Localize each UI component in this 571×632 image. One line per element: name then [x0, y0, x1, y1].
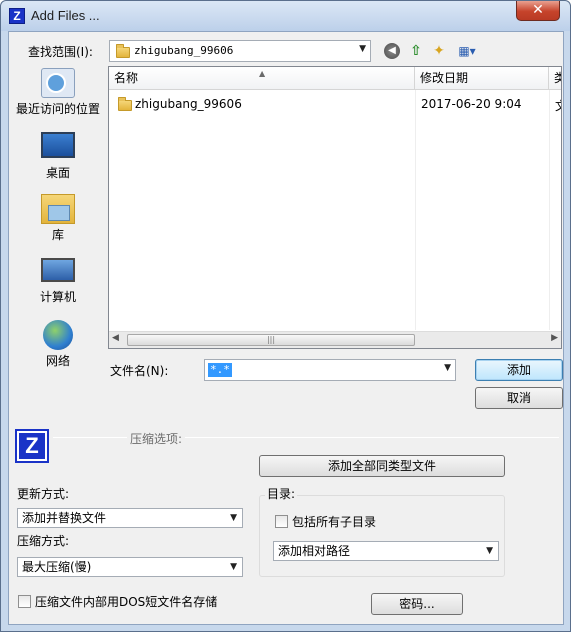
- window-title: Add Files ...: [31, 8, 100, 23]
- column-divider: [549, 90, 550, 330]
- lookin-label: 查找范围(I):: [28, 45, 93, 59]
- place-label: 网络: [45, 354, 70, 368]
- filename-input[interactable]: *.* ▼: [204, 359, 456, 381]
- directory-label: 目录:: [265, 485, 298, 502]
- lookin-value: zhigubang_99606: [134, 44, 234, 57]
- folder-icon: [118, 97, 132, 111]
- chevron-down-icon[interactable]: ▼: [359, 44, 366, 54]
- compress-mode-value: 最大压缩(慢): [22, 560, 92, 574]
- file-date-cell: 2017-06-20 9:04: [421, 97, 522, 111]
- add-files-dialog: Z Add Files ... ✕ 查找范围(I): zhigubang_996…: [0, 0, 571, 632]
- compress-mode-label: 压缩方式:: [17, 534, 70, 548]
- place-library[interactable]: 库: [9, 194, 107, 243]
- dialog-body: 查找范围(I): zhigubang_99606 ▼ ◀ ⇧ ✦ ▦▾ 最近访问…: [8, 31, 564, 625]
- update-mode-label: 更新方式:: [17, 487, 70, 501]
- column-header-name[interactable]: 名称 ▲: [109, 67, 415, 90]
- directory-group: [259, 495, 505, 577]
- app-z-icon: Z: [9, 8, 25, 24]
- include-subdirs-label: 包括所有子目录: [292, 515, 377, 529]
- path-mode-select[interactable]: 添加相对路径 ▼: [273, 541, 499, 561]
- cancel-button[interactable]: 取消: [475, 387, 563, 409]
- network-icon: [43, 320, 73, 350]
- library-icon: [41, 194, 75, 224]
- title-bar[interactable]: Z Add Files ... ✕: [1, 1, 570, 31]
- compress-mode-select[interactable]: 最大压缩(慢) ▼: [17, 557, 243, 577]
- filename-label: 文件名(N):: [110, 364, 169, 378]
- chevron-down-icon: ▼: [486, 546, 493, 556]
- update-mode-select[interactable]: 添加并替换文件 ▼: [17, 508, 243, 528]
- place-label: 桌面: [45, 166, 70, 180]
- add-all-same-type-button[interactable]: 添加全部同类型文件: [259, 455, 505, 477]
- up-folder-icon[interactable]: ⇧: [407, 42, 425, 60]
- column-header-date[interactable]: 修改日期: [415, 67, 549, 90]
- chevron-down-icon: ▼: [230, 562, 237, 572]
- view-menu-icon[interactable]: ▦▾: [455, 42, 479, 60]
- lookin-combo[interactable]: zhigubang_99606 ▼: [109, 40, 371, 62]
- close-button[interactable]: ✕: [516, 1, 560, 21]
- dos-names-checkbox[interactable]: [18, 595, 31, 608]
- place-computer[interactable]: 计算机: [9, 258, 107, 305]
- include-subdirs-checkbox[interactable]: [275, 515, 288, 528]
- dos-names-label: 压缩文件内部用DOS短文件名存储: [35, 595, 218, 609]
- update-mode-value: 添加并替换文件: [22, 511, 107, 525]
- column-divider: [415, 90, 416, 330]
- place-label: 库: [51, 228, 64, 242]
- filename-value: *.*: [208, 363, 232, 377]
- add-button[interactable]: 添加: [475, 359, 563, 381]
- options-title: 压缩选项:: [127, 430, 186, 447]
- sort-ascending-icon: ▲: [259, 69, 266, 78]
- column-label: 名称: [114, 71, 139, 85]
- back-icon[interactable]: ◀: [384, 43, 400, 59]
- place-label: 最近访问的位置: [15, 102, 100, 116]
- horizontal-scrollbar[interactable]: ◀ ||| ▶: [109, 331, 561, 348]
- scrollbar-thumb[interactable]: |||: [127, 334, 415, 346]
- place-label: 计算机: [39, 290, 76, 304]
- scroll-right-icon[interactable]: ▶: [551, 333, 558, 343]
- chevron-down-icon: ▼: [230, 513, 237, 523]
- place-network[interactable]: 网络: [9, 320, 107, 369]
- zip-logo-icon: [15, 429, 49, 463]
- computer-icon: [41, 258, 75, 282]
- column-label: 修改日期: [420, 71, 469, 85]
- chevron-down-icon[interactable]: ▼: [444, 363, 451, 373]
- places-bar: 最近访问的位置 桌面 库 计算机 网络: [9, 66, 107, 369]
- place-recent[interactable]: 最近访问的位置: [9, 68, 107, 117]
- column-header-type[interactable]: 类: [549, 67, 561, 90]
- new-folder-icon[interactable]: ✦: [430, 42, 448, 60]
- recent-places-icon: [41, 68, 75, 98]
- folder-icon: [116, 44, 130, 58]
- desktop-icon: [41, 132, 75, 158]
- column-label: 类: [554, 71, 561, 85]
- place-desktop[interactable]: 桌面: [9, 132, 107, 181]
- file-name-cell: zhigubang_99606: [135, 97, 242, 111]
- path-mode-value: 添加相对路径: [278, 544, 351, 558]
- scroll-left-icon[interactable]: ◀: [112, 333, 119, 343]
- file-list[interactable]: 名称 ▲ 修改日期 类 zhigubang_99606 2017-06-20 9…: [108, 66, 562, 349]
- password-button[interactable]: 密码...: [371, 593, 463, 615]
- file-type-cell: 文: [555, 97, 561, 114]
